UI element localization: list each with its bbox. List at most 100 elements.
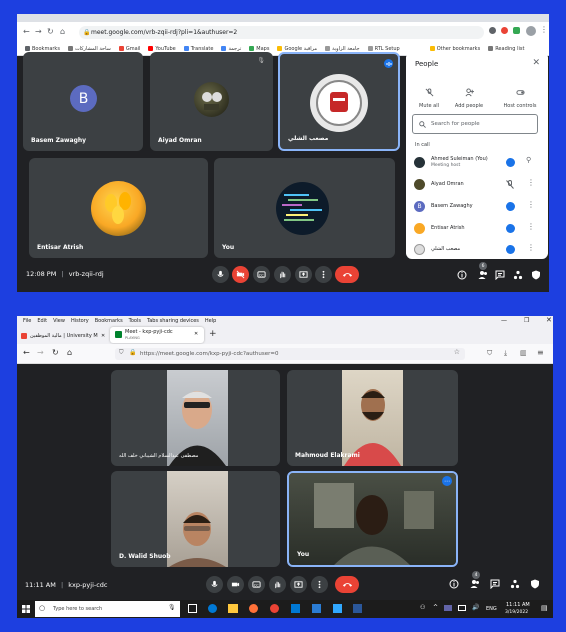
host-controls-icon[interactable] — [529, 578, 541, 590]
tab-meet[interactable]: Meet - kxp-pyji-cdc PLAYING ✕ — [110, 327, 204, 343]
participant-tile[interactable]: Mahmoud Elakrami — [287, 370, 458, 466]
volume-icon[interactable]: 🔊 — [472, 604, 479, 611]
participant-tile[interactable]: Entisar Atrish — [29, 158, 208, 258]
address-bar[interactable]: 🔒 meet.google.com/vrb-zqii-rdj?pli=1&aut… — [79, 26, 484, 39]
more-options-button[interactable] — [311, 576, 328, 593]
bookmark-item[interactable]: Maps — [249, 46, 269, 52]
library-icon[interactable]: ▥ — [520, 349, 527, 357]
camera-button[interactable] — [227, 576, 244, 593]
extension-icon[interactable] — [501, 27, 508, 34]
person-row[interactable]: Entisar Atrish ⋮ — [406, 219, 548, 239]
close-tab-icon[interactable]: ✕ — [194, 331, 198, 337]
participant-tile-self[interactable]: You — [214, 158, 395, 258]
home-icon[interactable]: ⌂ — [67, 348, 72, 357]
participant-tile[interactable]: B Basem Zawaghy — [23, 52, 143, 151]
present-button[interactable] — [290, 576, 307, 593]
more-options-button[interactable] — [315, 266, 332, 283]
downloads-icon[interactable]: ⤓ — [504, 349, 507, 358]
new-tab-icon[interactable]: + — [209, 329, 217, 339]
mail-icon[interactable] — [312, 604, 321, 613]
people-icon[interactable]: 6 — [477, 262, 489, 281]
close-tab-icon[interactable]: ✕ — [101, 333, 105, 339]
word-icon[interactable] — [353, 604, 362, 613]
camera-button[interactable] — [232, 266, 249, 283]
meeting-details-icon[interactable] — [456, 269, 468, 281]
chrome-icon[interactable] — [270, 604, 279, 613]
participant-tile[interactable]: D. Walid Shuob — [111, 471, 280, 567]
present-button[interactable] — [295, 266, 312, 283]
edge-icon[interactable] — [208, 604, 217, 613]
more-options-icon[interactable]: ⋯ — [442, 476, 452, 486]
microphone-button[interactable] — [206, 576, 223, 593]
more-vert-icon[interactable]: ⋮ — [527, 178, 535, 187]
other-bookmarks[interactable]: Other bookmarks — [429, 46, 480, 52]
leave-call-button[interactable] — [335, 266, 359, 283]
participant-tile[interactable]: 🎙 Aiyad Omran — [150, 52, 273, 151]
reload-icon[interactable]: ↻ — [47, 27, 54, 36]
bookmark-item[interactable]: جامعة الزاوية — [325, 46, 360, 52]
captions-button[interactable]: CC — [253, 266, 270, 283]
file-explorer-icon[interactable] — [228, 604, 238, 613]
minimize-icon[interactable]: — — [501, 317, 507, 324]
bookmark-star-icon[interactable]: ☆ — [454, 348, 460, 356]
forward-icon[interactable]: → — [35, 27, 42, 36]
bookmark-item[interactable]: Bookmarks — [25, 46, 60, 52]
meeting-details-icon[interactable] — [448, 578, 460, 590]
task-view-icon[interactable] — [188, 604, 197, 613]
menu-file[interactable]: File — [23, 318, 31, 324]
person-row[interactable]: Ahmed Suleiman (You) Meeting host ⚲ — [406, 153, 548, 173]
host-controls-icon[interactable] — [530, 269, 542, 281]
home-icon[interactable]: ⌂ — [60, 27, 65, 36]
forward-icon[interactable]: → — [37, 348, 44, 357]
participant-tile-self[interactable]: ⋯ You — [287, 471, 458, 567]
bookmark-item[interactable]: Google مراقبة — [277, 46, 317, 52]
person-row[interactable]: مصعب الشلي ⋮ — [406, 241, 548, 259]
chat-icon[interactable] — [489, 578, 501, 590]
taskbar-search-input[interactable]: ○ Type here to search 🎙 — [35, 601, 180, 617]
menu-history[interactable]: History — [71, 318, 89, 324]
host-controls-button[interactable]: Host controls — [498, 82, 542, 109]
more-options-icon[interactable] — [506, 158, 515, 167]
microphone-button[interactable] — [212, 266, 229, 283]
activities-icon[interactable] — [509, 578, 521, 590]
teams-tray-icon[interactable] — [444, 605, 452, 611]
tab-mail[interactable]: مالية الموظفين | University Mail - ✕ — [21, 328, 107, 343]
more-vert-icon[interactable]: ⋮ — [527, 243, 535, 252]
more-menu-icon[interactable]: ⋮ — [540, 25, 548, 34]
menu-icon[interactable]: ≡ — [537, 348, 544, 357]
windows-start-icon[interactable] — [22, 605, 30, 613]
mute-all-button[interactable]: Mute all — [411, 82, 447, 109]
more-vert-icon[interactable]: ⋮ — [527, 222, 535, 231]
bookmark-item[interactable]: ساحة المشاركات — [67, 46, 111, 52]
taskbar-clock[interactable]: 11:11 AM — [506, 602, 530, 608]
photoshop-icon[interactable] — [333, 604, 342, 613]
reload-icon[interactable]: ↻ — [52, 348, 59, 357]
bookmark-item[interactable]: Translate — [183, 46, 213, 52]
participant-tile-active-speaker[interactable]: مصعب الشلي — [278, 52, 400, 151]
extension-icon[interactable] — [489, 27, 496, 34]
menu-view[interactable]: View — [53, 318, 65, 324]
maximize-icon[interactable]: ❐ — [524, 317, 529, 324]
profile-avatar[interactable] — [526, 26, 536, 36]
bookmark-item[interactable]: RTL Setup — [367, 46, 400, 52]
bookmark-item[interactable]: YouTube — [148, 46, 176, 52]
back-icon[interactable]: ← — [23, 348, 30, 357]
people-icon[interactable]: 4 — [469, 571, 481, 590]
person-row[interactable]: Aiyad Omran ⋮ — [406, 175, 548, 195]
battery-icon[interactable] — [458, 605, 466, 611]
extension-icon[interactable] — [513, 27, 520, 34]
captions-button[interactable]: CC — [248, 576, 265, 593]
people-tray-icon[interactable]: ⚇ — [420, 604, 425, 611]
firefox-icon[interactable] — [249, 604, 258, 613]
pocket-icon[interactable]: ⛉ — [487, 349, 492, 358]
activities-icon[interactable] — [512, 269, 524, 281]
bookmark-item[interactable]: Gmail — [118, 46, 140, 52]
pin-icon[interactable]: ⚲ — [526, 156, 531, 164]
language-indicator[interactable]: ENG — [486, 606, 497, 612]
participant-tile[interactable]: مصطفى عبدالسلام الشيباني خلف الله — [111, 370, 280, 466]
close-window-icon[interactable]: ✕ — [546, 316, 552, 324]
reading-list[interactable]: Reading list — [488, 46, 524, 52]
notifications-icon[interactable]: ▤ — [541, 604, 548, 612]
back-icon[interactable]: ← — [23, 27, 30, 36]
raise-hand-button[interactable] — [274, 266, 291, 283]
